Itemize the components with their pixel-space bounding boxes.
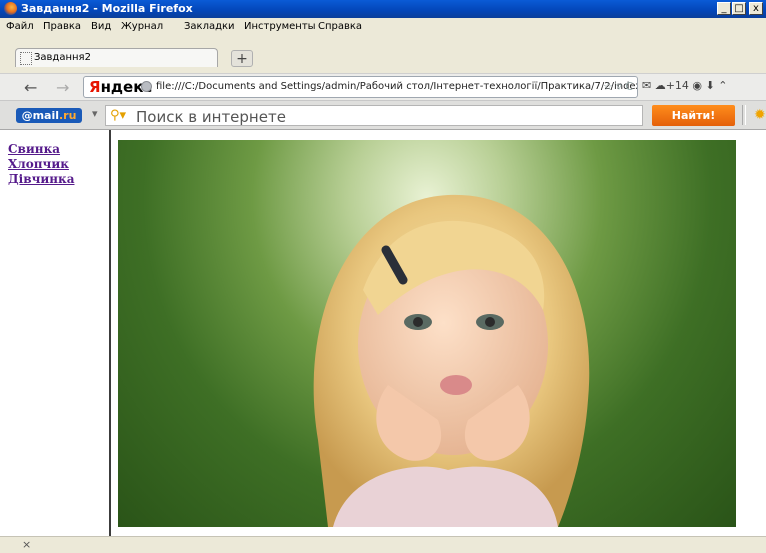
navigation-frame: Свинка Хлопчик Дівчинка	[0, 130, 111, 537]
title-bar: Завдання2 - Mozilla Firefox _ □ x	[0, 0, 766, 18]
link-khlopchyk[interactable]: Хлопчик	[8, 157, 74, 172]
link-svynka[interactable]: Свинка	[8, 142, 74, 157]
minimize-button[interactable]: _	[717, 2, 731, 15]
tab-label: Завдання2	[34, 52, 91, 63]
search-input[interactable]: ⚲▾ Поиск в интернете	[105, 105, 643, 126]
page-icon	[20, 52, 32, 65]
page-content: Свинка Хлопчик Дівчинка	[0, 129, 766, 537]
link-list: Свинка Хлопчик Дівчинка	[0, 142, 74, 187]
girl-illustration	[313, 194, 590, 527]
link-divchynka[interactable]: Дівчинка	[8, 172, 74, 187]
menu-help[interactable]: Справка	[318, 21, 362, 32]
settings-icon[interactable]: ✹	[754, 107, 766, 123]
menu-bar: Файл Правка Вид Журнал Закладки Инструме…	[0, 18, 766, 36]
menu-bookmarks[interactable]: Закладки	[184, 21, 235, 32]
tab-zavdannia2[interactable]: Завдання2	[15, 48, 218, 67]
menu-tools[interactable]: Инструменты	[244, 21, 316, 32]
search-icon[interactable]: ⚲▾	[110, 108, 126, 123]
close-findbar-icon[interactable]: ×	[22, 538, 31, 551]
new-tab-button[interactable]: +	[231, 50, 253, 67]
menu-history[interactable]: Журнал	[121, 21, 163, 32]
dropdown-icon[interactable]: ▾	[92, 107, 98, 120]
girl-photo	[118, 140, 736, 527]
back-button[interactable]: ←	[24, 78, 37, 97]
maximize-button[interactable]: □	[732, 2, 746, 15]
search-placeholder: Поиск в интернете	[136, 108, 286, 126]
menu-file[interactable]: Файл	[6, 21, 34, 32]
toolbar-separator	[742, 105, 746, 125]
window-title: Завдання2 - Mozilla Firefox	[21, 2, 193, 15]
url-text[interactable]: file:///C:/Documents and Settings/admin/…	[156, 81, 637, 92]
tab-bar: Завдання2 +	[0, 36, 766, 73]
forward-button[interactable]: →	[56, 78, 69, 97]
find-button[interactable]: Найти!	[652, 105, 735, 126]
toolbar-icons[interactable]: ✉ ☁+14 ◉ ⬇ ⌃	[642, 79, 727, 92]
status-bar: ×	[0, 536, 766, 553]
close-button[interactable]: x	[749, 2, 763, 15]
firefox-icon	[4, 2, 17, 15]
url-bar[interactable]: Яндекс file:///C:/Documents and Settings…	[83, 76, 638, 98]
menu-edit[interactable]: Правка	[43, 21, 81, 32]
navigation-bar: ← → Яндекс file:///C:/Documents and Sett…	[0, 73, 766, 101]
url-actions-icon[interactable]: ☆ ▿ C	[603, 80, 633, 93]
menu-view[interactable]: Вид	[91, 21, 111, 32]
globe-icon	[141, 81, 152, 92]
mailru-logo[interactable]: @mail.ru	[16, 108, 82, 123]
mailru-search-toolbar: @mail.ru ▾ ⚲▾ Поиск в интернете Найти! ✹	[0, 100, 766, 129]
